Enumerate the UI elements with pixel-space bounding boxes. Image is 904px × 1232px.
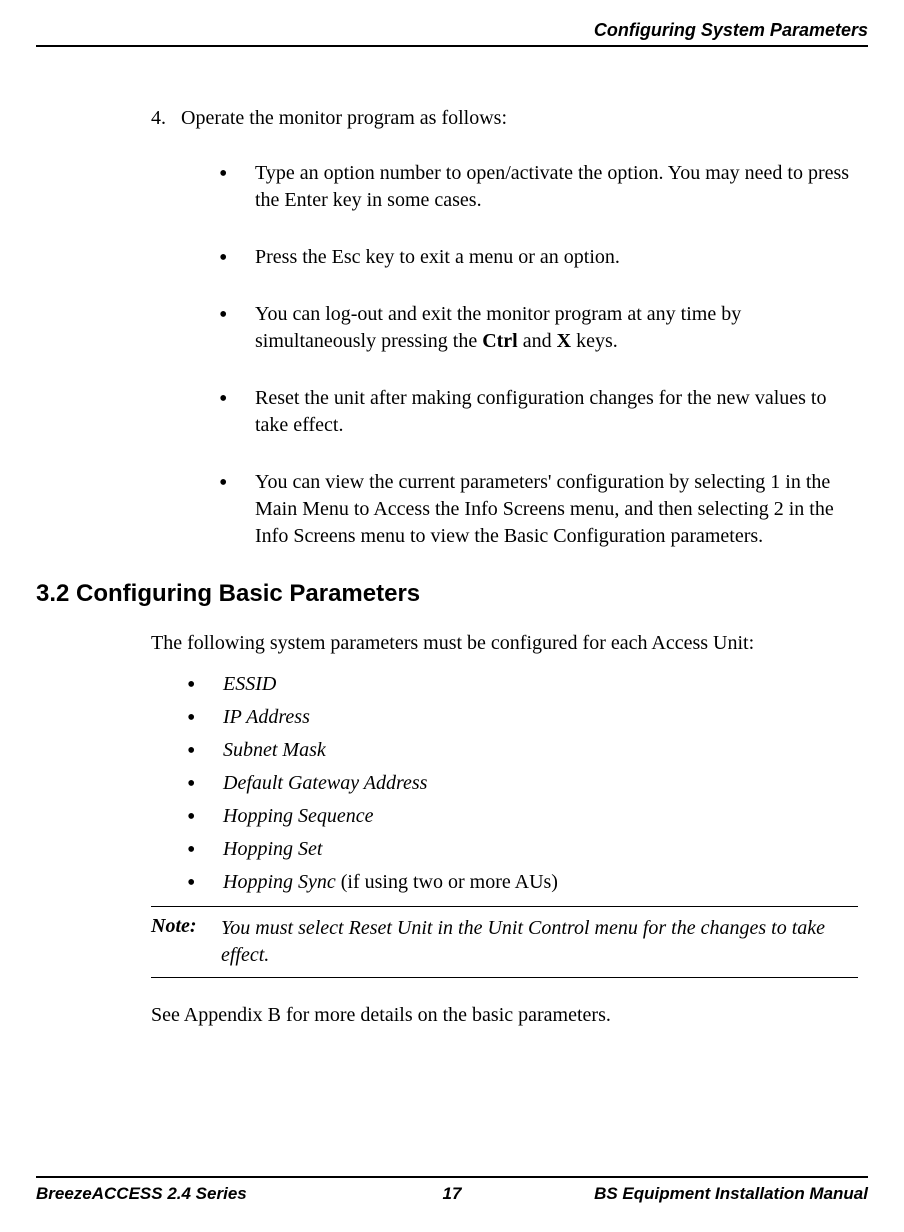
note-box: Note: You must select Reset Unit in the … — [151, 906, 858, 978]
footer-right: BS Equipment Installation Manual — [594, 1184, 868, 1204]
header-title: Configuring System Parameters — [594, 20, 868, 40]
list-item: Hopping Sync (if using two or more AUs) — [187, 869, 858, 896]
footer-left: BreezeACCESS 2.4 Series — [36, 1184, 247, 1204]
closing-paragraph: See Appendix B for more details on the b… — [151, 1002, 858, 1029]
page-header: Configuring System Parameters — [36, 20, 868, 47]
section-3-2-heading: 3.2 Configuring Basic Parameters — [36, 580, 858, 608]
note-text: You must select Reset Unit in the Unit C… — [221, 915, 858, 969]
note-label: Note: — [151, 915, 221, 969]
bullet-item: You can view the current parameters' con… — [219, 469, 858, 550]
bullet-item: Reset the unit after making configuratio… — [219, 385, 858, 439]
bullet-item: You can log-out and exit the monitor pro… — [219, 301, 858, 355]
footer-page-number: 17 — [443, 1184, 462, 1204]
list-item: ESSID — [187, 671, 858, 698]
parameter-list: ESSID IP Address Subnet Mask Default Gat… — [151, 671, 858, 896]
step-text: Operate the monitor program as follows: — [181, 107, 858, 130]
page-footer: BreezeACCESS 2.4 Series 17 BS Equipment … — [36, 1176, 868, 1204]
step-4: 4. Operate the monitor program as follow… — [151, 107, 858, 130]
step-4-bullets: Type an option number to open/activate t… — [151, 160, 858, 550]
bullet-item: Type an option number to open/activate t… — [219, 160, 858, 214]
list-item: IP Address — [187, 704, 858, 731]
list-item: Hopping Set — [187, 836, 858, 863]
list-item: Subnet Mask — [187, 737, 858, 764]
list-item: Default Gateway Address — [187, 770, 858, 797]
section-intro: The following system parameters must be … — [151, 630, 858, 657]
page-content: 4. Operate the monitor program as follow… — [36, 107, 868, 1029]
list-item: Hopping Sequence — [187, 803, 858, 830]
step-number: 4. — [151, 107, 181, 130]
bullet-item: Press the Esc key to exit a menu or an o… — [219, 244, 858, 271]
